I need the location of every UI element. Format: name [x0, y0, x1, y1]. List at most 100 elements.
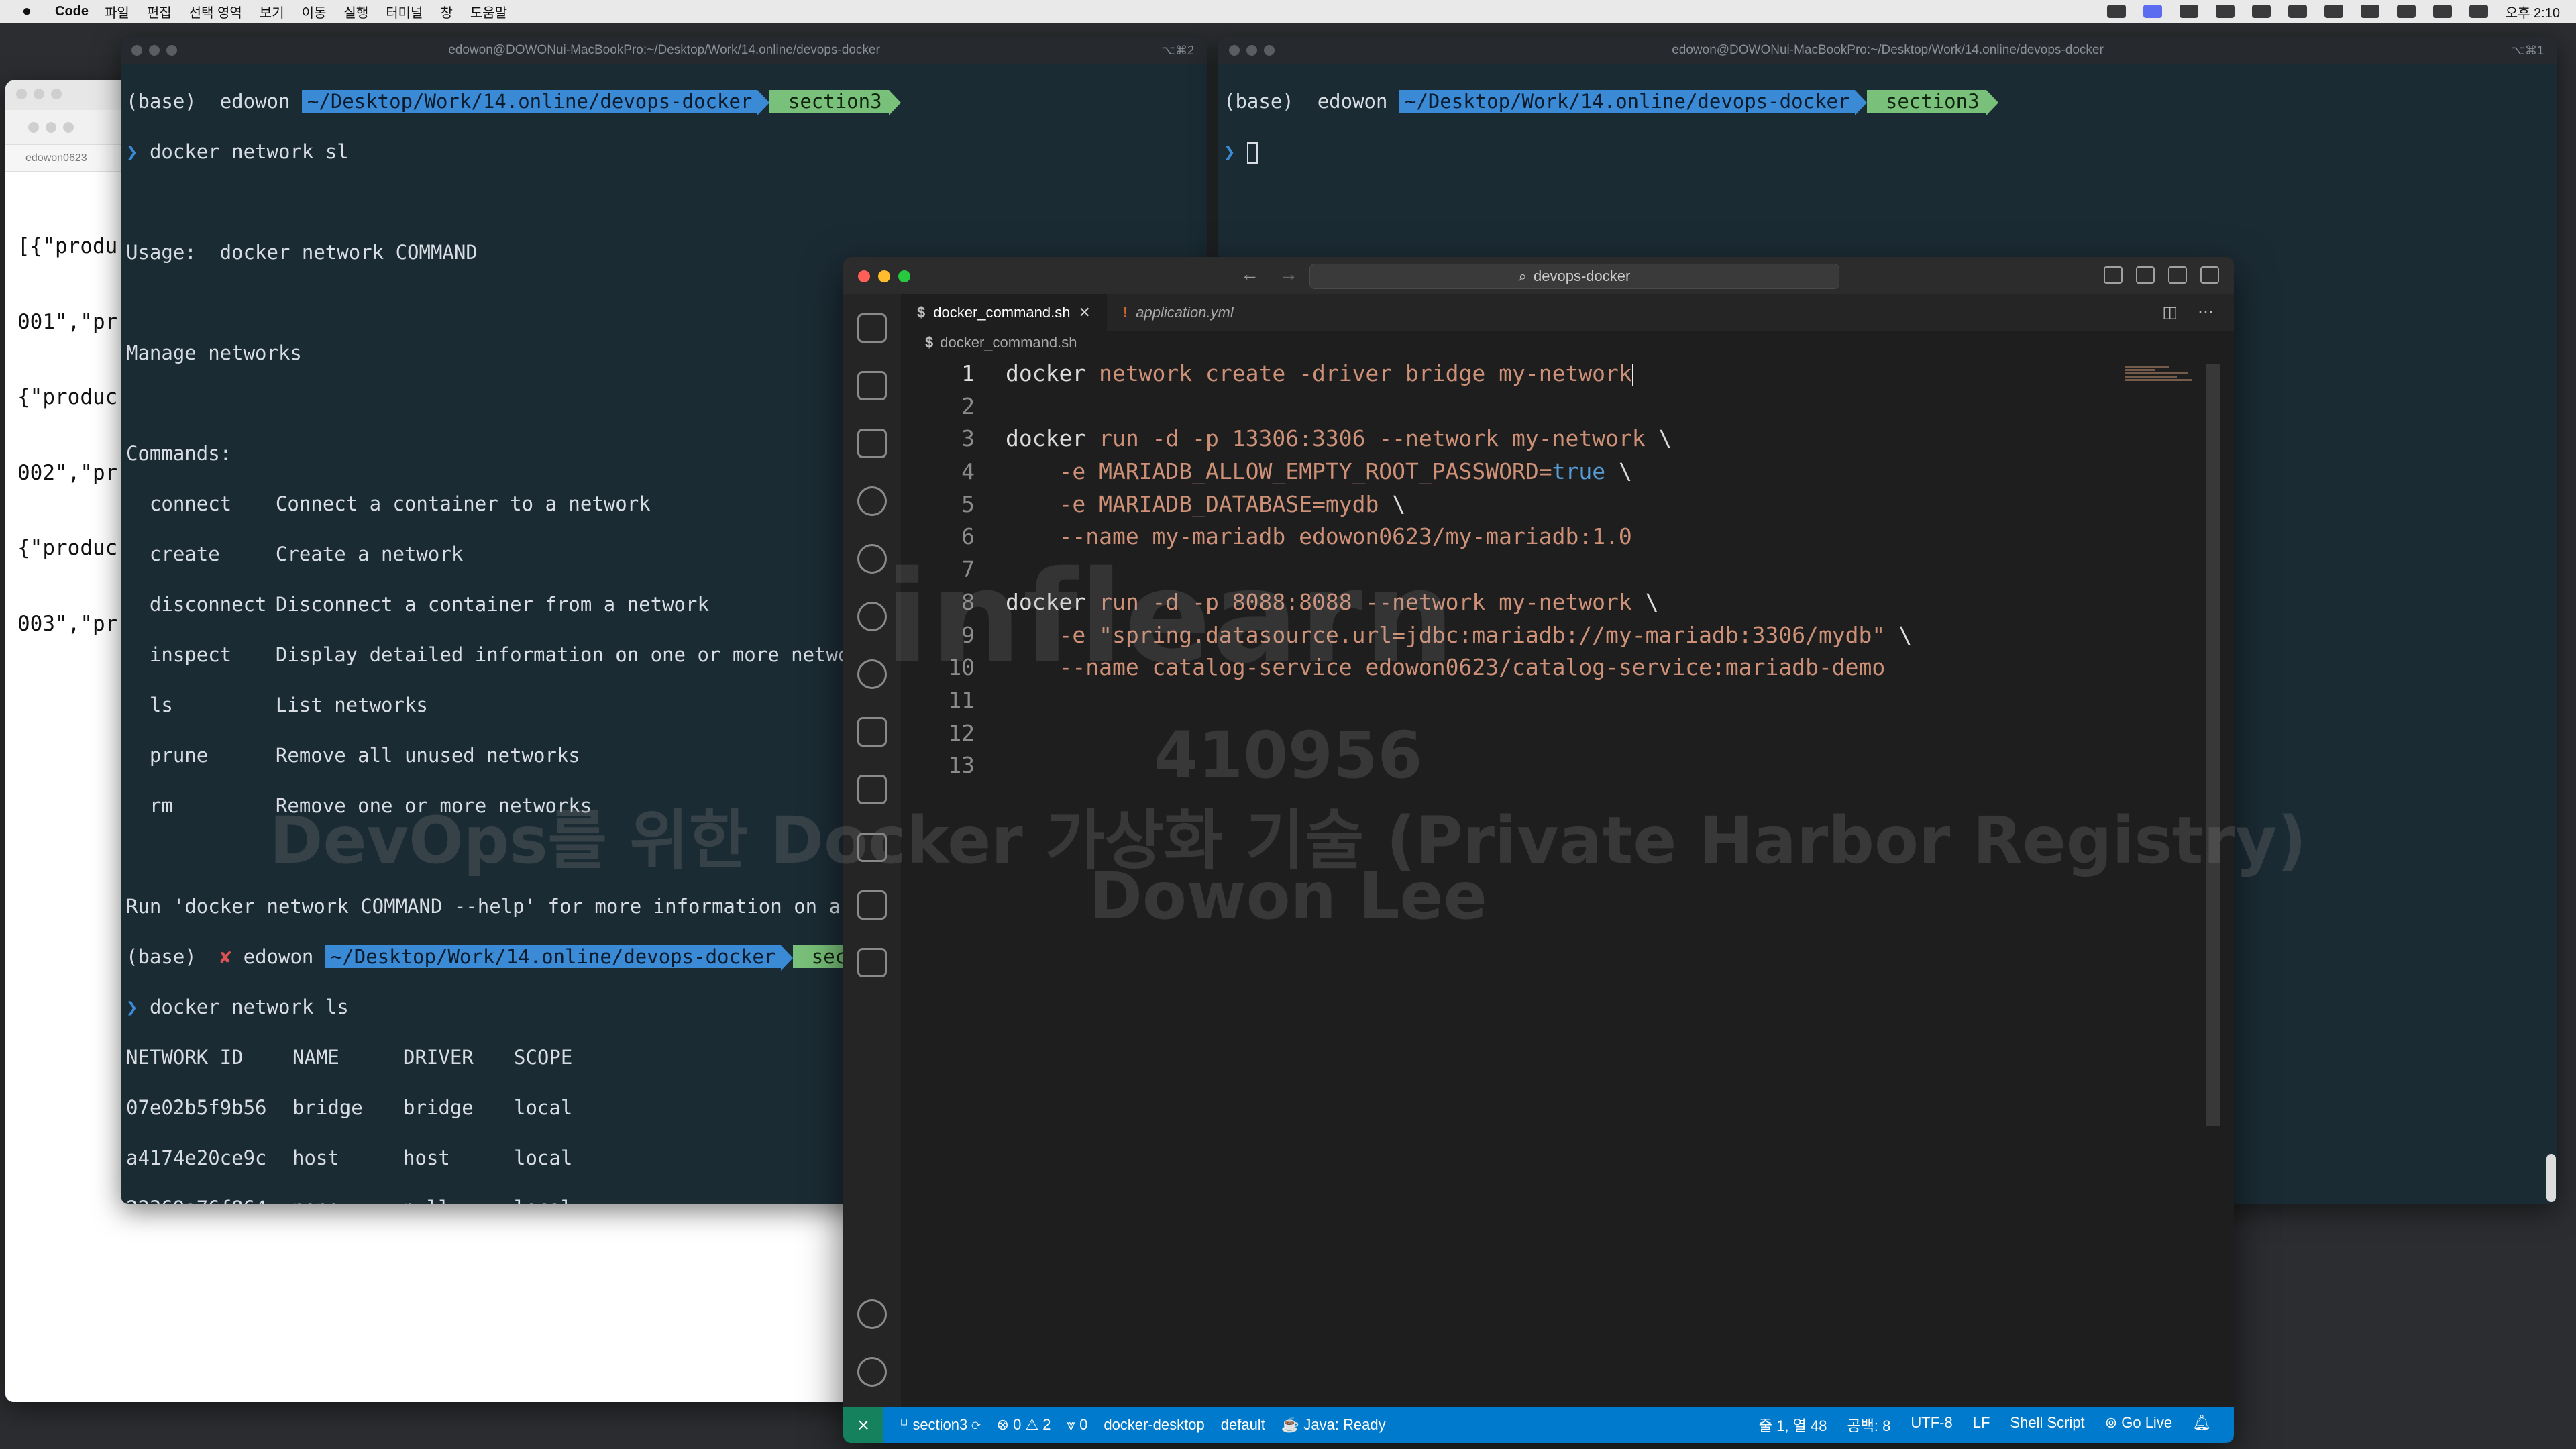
status-problems[interactable]: ⊗ 0 ⚠ 2 [997, 1416, 1051, 1434]
tab-application-yml[interactable]: ! application.yml [1107, 294, 1250, 331]
code-line[interactable]: 13 [901, 749, 2194, 782]
explorer-icon[interactable] [857, 313, 887, 343]
editor-scrollbar[interactable] [2206, 364, 2220, 1126]
minimize-dot-icon[interactable] [149, 45, 160, 56]
status-cursor-position[interactable]: 줄 1, 열 48 [1759, 1414, 1827, 1436]
toggle-secondary-sidebar-icon[interactable] [2168, 266, 2187, 284]
menu-go[interactable]: 이동 [302, 2, 327, 21]
extensions-icon[interactable] [857, 948, 887, 977]
minimize-dot-icon[interactable] [34, 89, 44, 99]
zoom-dot-icon[interactable] [898, 270, 910, 282]
notifications-bell-icon[interactable]: 🔔︎ [2192, 1414, 2211, 1436]
minimize-dot-icon[interactable] [878, 270, 890, 282]
cell: none [292, 1196, 403, 1205]
code-line[interactable]: 6 --name my-mariadb edowon0623/my-mariad… [901, 521, 2194, 553]
breadcrumb-file[interactable]: docker_command.sh [940, 334, 1077, 352]
customize-layout-icon[interactable] [2200, 266, 2219, 284]
close-dot-icon[interactable] [1229, 45, 1240, 56]
more-actions-icon[interactable]: ⋯ [2198, 303, 2214, 322]
minimap[interactable] [2125, 364, 2199, 391]
status-profile[interactable]: default [1221, 1416, 1265, 1434]
time-machine-icon[interactable] [2288, 5, 2307, 18]
control-center-icon[interactable] [2469, 5, 2488, 18]
code-line[interactable]: 7 [901, 553, 2194, 586]
search-label: devops-docker [1534, 268, 1631, 284]
zoom-dot-icon[interactable] [166, 45, 177, 56]
status-go-live[interactable]: ⊚ Go Live [2105, 1414, 2172, 1436]
status-indentation[interactable]: 공백: 8 [1847, 1414, 1890, 1436]
close-dot-icon[interactable] [858, 270, 870, 282]
menu-help[interactable]: 도움말 [470, 2, 507, 21]
code-line[interactable]: 9 -e "spring.datasource.url=jdbc:mariadb… [901, 619, 2194, 652]
back-arrow-icon[interactable]: ← [1240, 264, 1259, 285]
battery-icon[interactable] [2360, 5, 2379, 18]
status-eol[interactable]: LF [1973, 1414, 1990, 1436]
zoom-dot-icon[interactable] [63, 121, 74, 133]
run-debug-icon[interactable] [857, 717, 887, 747]
terminal-2-output[interactable]: (base) edowon ~/Desktop/Work/14.online/d… [1218, 64, 2557, 215]
kubernetes-icon[interactable] [857, 486, 887, 516]
code-line[interactable]: 5 -e MARIADB_DATABASE=mydb \ [901, 488, 2194, 521]
github-actions-icon[interactable] [857, 371, 887, 400]
minimize-dot-icon[interactable] [46, 121, 56, 133]
camera-icon[interactable] [2215, 5, 2235, 18]
close-dot-icon[interactable] [16, 89, 27, 99]
forward-arrow-icon[interactable]: → [1279, 264, 1298, 285]
apple-menu-icon[interactable]: ● [13, 2, 40, 21]
close-dot-icon[interactable] [131, 45, 142, 56]
docker-tray-icon[interactable] [2106, 5, 2126, 18]
line-number: 1 [961, 360, 975, 386]
minimize-dot-icon[interactable] [1246, 45, 1257, 56]
code-line[interactable]: 4 -e MARIADB_ALLOW_EMPTY_ROOT_PASSWORD=t… [901, 455, 2194, 488]
testing-icon[interactable] [857, 833, 887, 862]
toggle-panel-icon[interactable] [2136, 266, 2155, 284]
zoom-dot-icon[interactable] [1264, 45, 1275, 56]
status-language[interactable]: Shell Script [2010, 1414, 2084, 1436]
menu-view[interactable]: 보기 [260, 2, 284, 21]
menu-clock[interactable]: 오후 2:10 [2506, 2, 2560, 21]
status-java[interactable]: ☕ Java: Ready [1281, 1416, 1386, 1434]
status-branch[interactable]: ⑂ section3 ⟳ [900, 1416, 981, 1434]
menu-app-name[interactable]: Code [55, 4, 89, 19]
code-line[interactable]: 3 docker run -d -p 13306:3306 --network m… [901, 423, 2194, 455]
close-dot-icon[interactable] [28, 121, 39, 133]
remote-indicator-icon[interactable]: ⨯ [843, 1407, 883, 1443]
command-center-search[interactable]: ⌕ devops-docker [1309, 264, 1839, 289]
copilot-icon[interactable] [857, 544, 887, 574]
close-tab-icon[interactable]: ✕ [1078, 304, 1090, 321]
menu-selection[interactable]: 선택 영역 [189, 2, 242, 21]
window-scroll-indicator[interactable] [2546, 1154, 2556, 1202]
zoom-dot-icon[interactable] [51, 89, 62, 99]
remote-explorer-icon[interactable] [857, 775, 887, 804]
accounts-icon[interactable] [857, 1299, 887, 1329]
menu-terminal[interactable]: 터미널 [386, 2, 423, 21]
status-ports[interactable]: ⩔ 0 [1067, 1416, 1088, 1434]
code-line[interactable]: 10 --name catalog-service edowon0623/cat… [901, 651, 2194, 684]
input-source-icon[interactable] [2324, 5, 2343, 18]
code-line[interactable]: 1 docker network create -driver bridge my… [901, 358, 2194, 390]
menu-file[interactable]: 파일 [105, 2, 129, 21]
record-icon[interactable] [2179, 5, 2198, 18]
menu-run[interactable]: 실행 [343, 2, 368, 21]
tab-docker-command[interactable]: $ docker_command.sh ✕ [901, 294, 1107, 331]
toggle-sidebar-icon[interactable] [2104, 266, 2123, 284]
code-line[interactable]: 11 [901, 684, 2194, 717]
wifi-icon[interactable] [2396, 5, 2416, 18]
status-docker-context[interactable]: docker-desktop [1104, 1416, 1204, 1434]
pull-requests-icon[interactable] [857, 429, 887, 458]
code-line[interactable]: 2 [901, 390, 2194, 423]
menu-window[interactable]: 창 [440, 2, 452, 21]
code-editor[interactable]: 1 docker network create -driver bridge my… [901, 358, 2194, 782]
settings-gear-icon[interactable] [857, 1357, 887, 1387]
screen-share-icon[interactable] [2143, 5, 2162, 18]
docker-icon[interactable] [857, 890, 887, 920]
menu-edit[interactable]: 편집 [147, 2, 172, 21]
clipboard-icon[interactable] [2251, 5, 2271, 18]
split-editor-icon[interactable]: ◫ [2162, 303, 2178, 322]
source-control-icon[interactable] [857, 659, 887, 689]
status-encoding[interactable]: UTF-8 [1911, 1414, 1952, 1436]
code-line[interactable]: 12 [901, 717, 2194, 750]
search-icon[interactable] [857, 602, 887, 631]
code-line[interactable]: 8 docker run -d -p 8088:8088 --network my… [901, 586, 2194, 619]
spotlight-icon[interactable] [2432, 5, 2452, 18]
